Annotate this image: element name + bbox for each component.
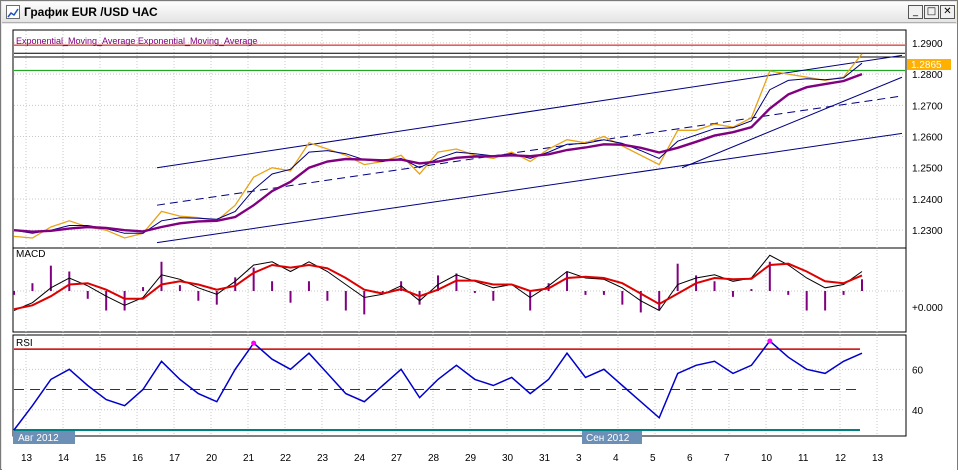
chart-area[interactable]: 13 14 15 16 17 20 21 22 23 24 27 28 29 30 31 3 4 5 6 7 10 11 1… <box>2 24 957 470</box>
month-label-sep: Сен 2012 <box>586 433 630 444</box>
x-tick-label: 6 <box>687 453 693 464</box>
x-tick-label: 31 <box>539 453 551 464</box>
x-tick-label: 23 <box>317 453 329 464</box>
x-tick-label: 7 <box>724 453 730 464</box>
x-tick-label: 14 <box>58 453 70 464</box>
x-tick-label: 17 <box>169 453 181 464</box>
price-tick-label: 1.2400 <box>912 195 943 206</box>
rsi-overbought-mark <box>251 340 257 346</box>
title-bar[interactable]: График EUR /USD ЧАС _ □ ✕ <box>2 2 956 23</box>
x-tick-label: 5 <box>650 453 656 464</box>
price-tick-label: 1.2500 <box>912 164 943 175</box>
price-tick-label: 1.2600 <box>912 133 943 144</box>
rsi-tick-label: 60 <box>912 365 924 376</box>
x-tick-label: 27 <box>391 453 403 464</box>
x-tick-label: 24 <box>354 453 366 464</box>
chart-app-icon <box>6 5 20 19</box>
x-tick-label: 29 <box>465 453 477 464</box>
close-button[interactable]: ✕ <box>940 5 955 19</box>
x-tick-label: 22 <box>280 453 292 464</box>
price-tick-label: 1.2700 <box>912 101 943 112</box>
x-tick-label: 4 <box>613 453 619 464</box>
x-tick-label: 16 <box>132 453 144 464</box>
minimize-button[interactable]: _ <box>908 5 923 19</box>
x-tick-label: 28 <box>428 453 440 464</box>
x-tick-label: 15 <box>95 453 107 464</box>
macd-label: MACD <box>16 249 45 260</box>
rsi-label: RSI <box>16 338 33 349</box>
maximize-button[interactable]: □ <box>924 5 939 19</box>
last-price-value: 1.2865 <box>911 60 942 71</box>
x-tick-label: 11 <box>798 453 809 464</box>
x-tick-label: 20 <box>206 453 218 464</box>
price-tick-label: 1.2800 <box>912 70 943 81</box>
window-title: График EUR /USD ЧАС <box>24 5 158 19</box>
rsi-panel[interactable] <box>12 334 907 437</box>
x-tick-label: 13 <box>21 453 33 464</box>
x-tick-label: 13 <box>872 453 884 464</box>
x-tick-label: 30 <box>502 453 514 464</box>
macd-zero-label: +0.000 <box>912 303 943 314</box>
rsi-tick-label: 40 <box>912 406 924 417</box>
ema-legend: Exponential_Moving_Average Exponential_M… <box>16 36 257 46</box>
rsi-overbought-mark <box>767 338 773 344</box>
price-tick-label: 1.2300 <box>912 226 943 237</box>
macd-panel[interactable] <box>12 247 907 333</box>
x-tick-label: 21 <box>243 453 255 464</box>
x-tick-label: 10 <box>761 453 773 464</box>
chart-window: График EUR /USD ЧАС _ □ ✕ 13 14 15 16 17 20 21… <box>0 0 958 470</box>
x-tick-label: 12 <box>835 453 847 464</box>
x-tick-label: 3 <box>576 453 582 464</box>
price-panel[interactable] <box>12 29 907 255</box>
chart-svg[interactable]: 13 14 15 16 17 20 21 22 23 24 27 28 29 30 31 3 4 5 6 7 10 11 1… <box>2 24 957 470</box>
price-tick-label: 1.2900 <box>912 39 943 50</box>
month-label-aug: Авг 2012 <box>18 433 59 444</box>
